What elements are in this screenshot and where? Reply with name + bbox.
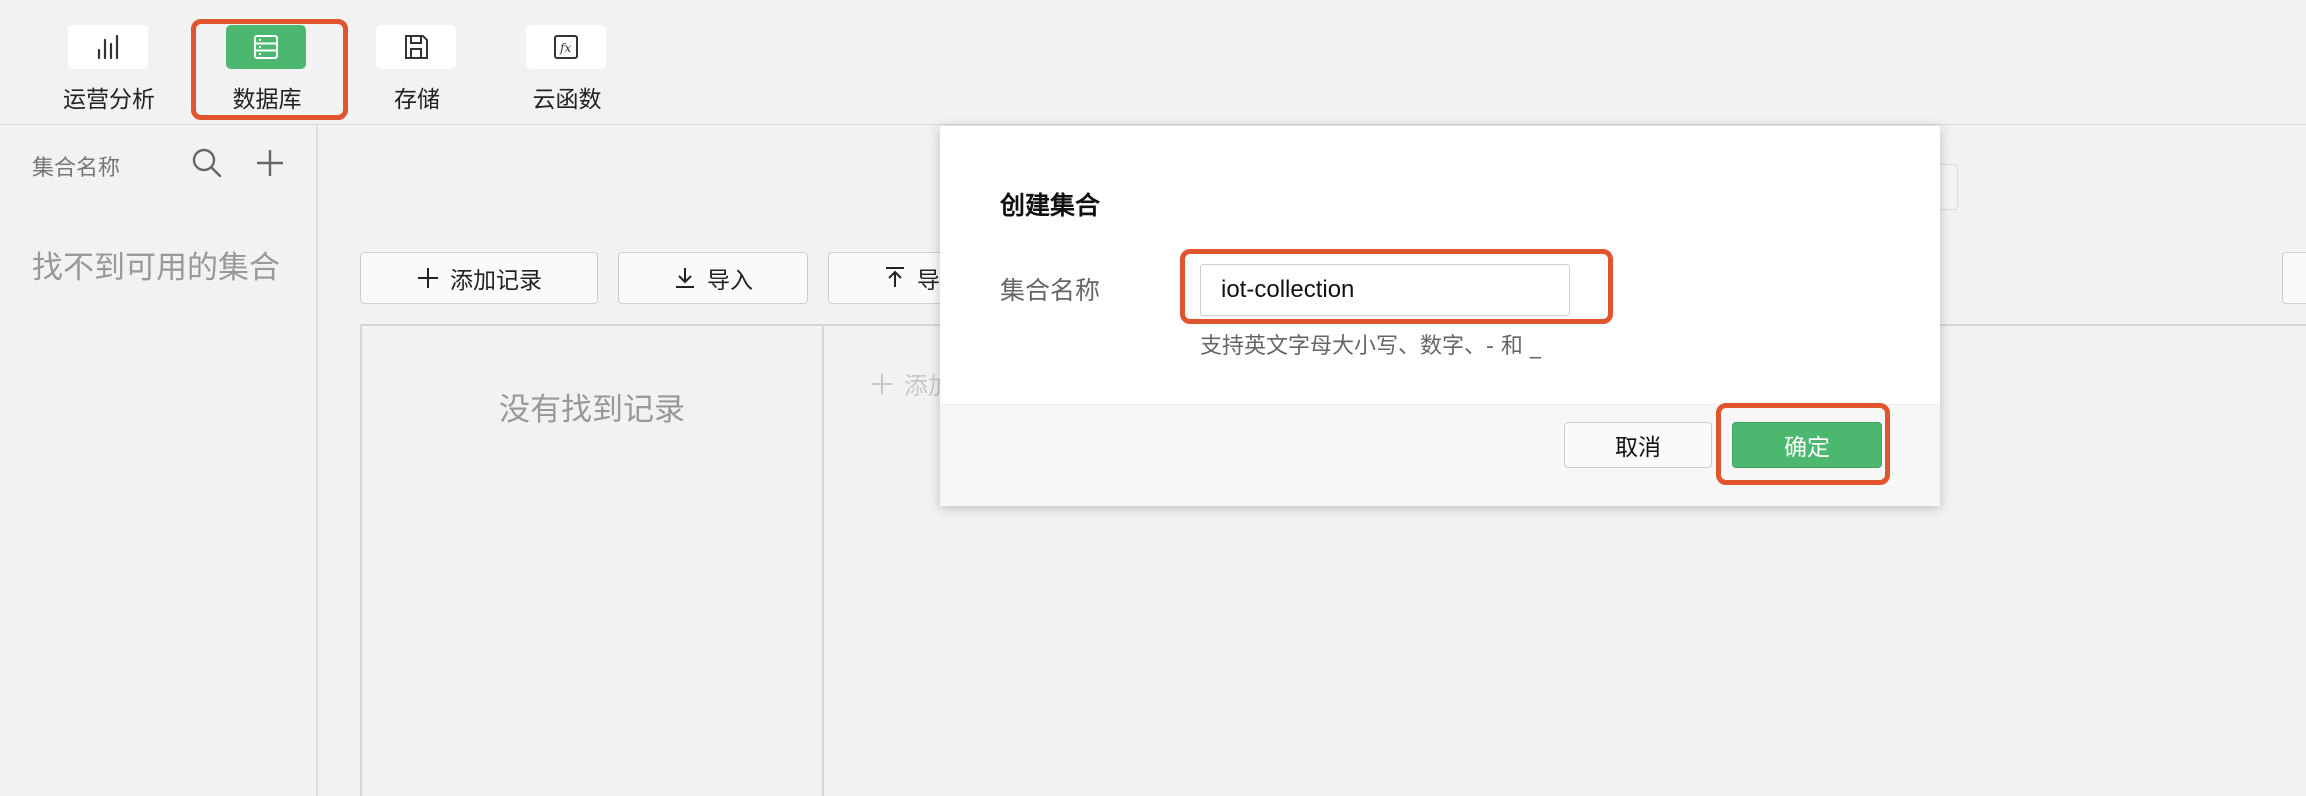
add-record-button[interactable]: 添加记录 [360,252,598,304]
search-icon[interactable] [190,146,224,180]
tool-label: 存储 [394,87,440,113]
collection-name-label: 集合名称 [1000,276,1101,305]
plus-icon [872,373,892,394]
tool-analytics[interactable]: 运营分析 [34,0,184,125]
highlight-database [191,19,348,120]
svg-text:fx: fx [559,41,571,55]
download-icon [676,268,694,288]
highlight-input [1180,249,1613,324]
tab-permissions[interactable] [2100,164,2300,210]
bar-chart-icon [68,25,148,69]
tool-label: 运营分析 [63,87,155,113]
tool-cloud-function[interactable]: fx 云函数 [492,0,642,125]
fx-function-icon: fx [526,25,606,69]
collection-sidebar: 集合名称 找不到可用的集合 [0,126,318,796]
import-label: 导入 [707,268,753,294]
cancel-button[interactable]: 取消 [1564,422,1712,468]
input-hint: 支持英文字母大小写、数字、- 和 _ [1200,334,1541,359]
import-button[interactable]: 导入 [618,252,808,304]
more-button[interactable] [2282,252,2306,304]
tool-storage[interactable]: 存储 [342,0,492,125]
upload-icon [886,267,904,287]
save-disk-icon [376,25,456,69]
plus-icon [418,268,438,288]
dialog-title: 创建集合 [1000,191,1101,220]
highlight-confirm [1716,403,1890,485]
empty-collections-text: 找不到可用的集合 [32,250,280,286]
tool-label: 云函数 [532,87,602,113]
sidebar-title: 集合名称 [32,156,121,181]
add-collection-icon[interactable] [253,146,287,180]
app-window: 运营分析 数据库 存储 fx 云函数 集合名称 找不到可用的集合 添加记录 导入… [0,0,2306,796]
no-record-text: 没有找到记录 [499,392,685,428]
add-record-label: 添加记录 [450,268,542,294]
record-list: 没有找到记录 [360,324,824,796]
